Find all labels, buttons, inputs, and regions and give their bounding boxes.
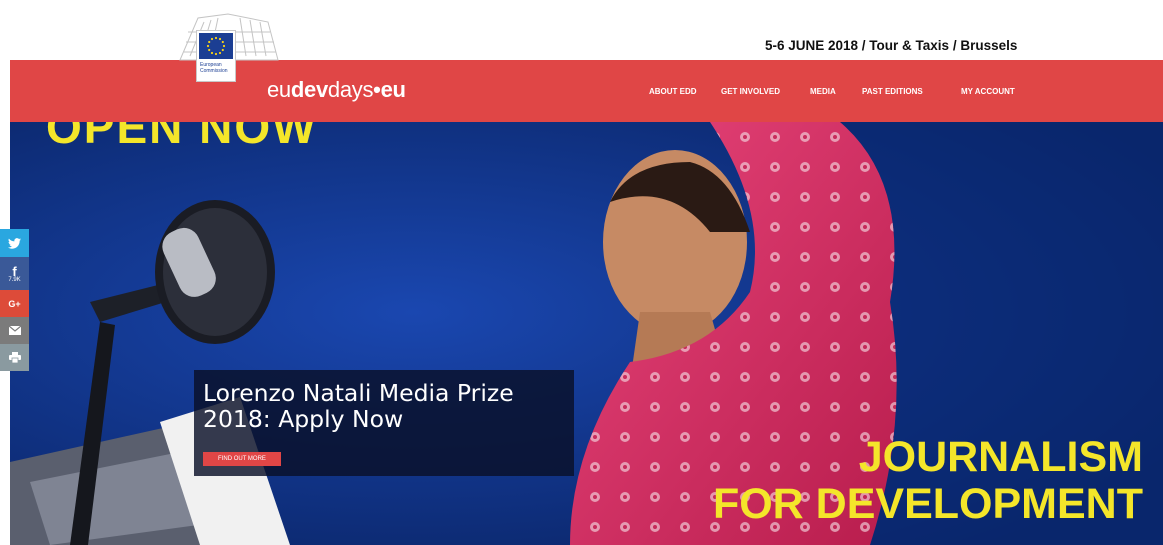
ec-flag-box: European Commission [196, 30, 236, 82]
nav-my-account[interactable]: MY ACCOUNT [961, 87, 1015, 96]
tagline-line-1: JOURNALISM [858, 433, 1143, 481]
nav-about-edd[interactable]: ABOUT EDD [649, 87, 697, 96]
print-button[interactable] [0, 344, 29, 371]
open-now-banner-text: OPEN NOW [46, 122, 318, 153]
find-out-more-button[interactable]: FIND OUT MORE [203, 452, 281, 466]
hero-caption-title[interactable]: Lorenzo Natali Media Prize 2018: Apply N… [203, 380, 575, 432]
google-plus-icon: G+ [8, 298, 21, 309]
twitter-share-button[interactable] [0, 229, 29, 257]
email-icon [8, 326, 21, 335]
twitter-icon [8, 237, 21, 249]
print-icon [8, 352, 21, 363]
nav-past-editions[interactable]: PAST EDITIONS [862, 87, 923, 96]
google-plus-share-button[interactable]: G+ [0, 290, 29, 317]
nav-media[interactable]: MEDIA [810, 87, 836, 96]
european-commission-logo[interactable]: European Commission [178, 12, 281, 82]
hero-tagline: JOURNALISM FOR DEVELOPMENT [713, 434, 1143, 528]
site-logo[interactable]: eudevdays•eu [267, 77, 406, 103]
hero-caption: Lorenzo Natali Media Prize 2018: Apply N… [194, 370, 574, 476]
hero-banner[interactable]: OPEN NOW Lorenzo Natali Media Prize 2018… [10, 122, 1163, 545]
share-sidebar: f 7.9K G+ [0, 229, 29, 371]
nav-get-involved[interactable]: GET INVOLVED [721, 87, 780, 96]
tagline-line-2: FOR DEVELOPMENT [712, 480, 1143, 528]
top-bar: European Commission 5-6 JUNE 2018 / Tour… [0, 0, 1163, 82]
event-dates: 5-6 JUNE 2018 / Tour & Taxis / Brussels [765, 38, 1018, 53]
facebook-share-button[interactable]: f 7.9K [0, 257, 29, 290]
facebook-share-count: 7.9K [8, 277, 21, 283]
email-share-button[interactable] [0, 317, 29, 344]
eu-flag-icon [199, 33, 233, 59]
ec-logo-text: European Commission [200, 62, 228, 74]
